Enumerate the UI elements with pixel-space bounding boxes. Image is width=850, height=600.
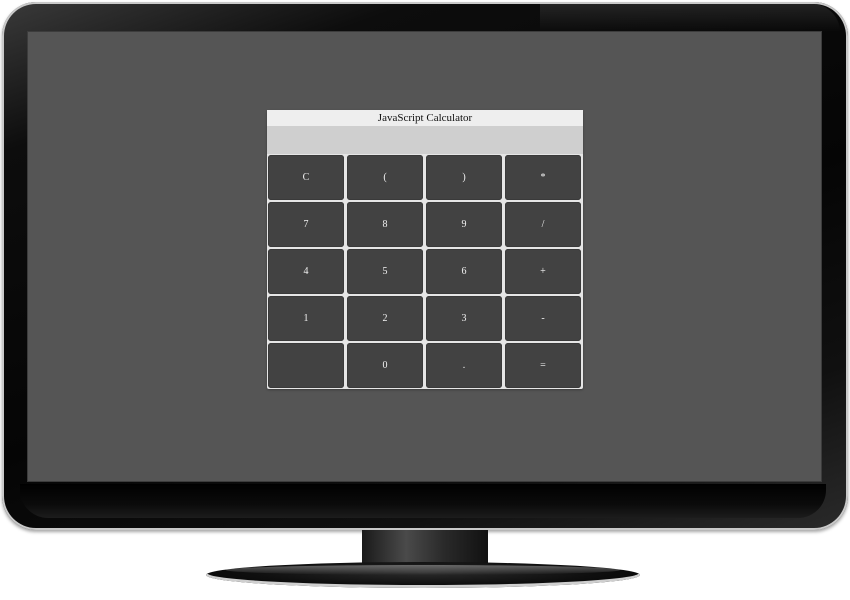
decimal-button[interactable]: .	[426, 343, 502, 388]
calculator-display	[267, 126, 583, 154]
bezel-gloss	[540, 4, 840, 32]
digit-5-button[interactable]: 5	[347, 249, 423, 294]
blank-button[interactable]	[268, 343, 344, 388]
divide-button[interactable]: /	[505, 202, 581, 247]
subtract-button[interactable]: -	[505, 296, 581, 341]
digit-2-button[interactable]: 2	[347, 296, 423, 341]
clear-button[interactable]: C	[268, 155, 344, 200]
calculator-title: JavaScript Calculator	[267, 110, 583, 126]
keypad: C ( ) * 7 8 9 / 4 5 6 + 1 2 3 - 0 . =	[268, 155, 582, 388]
equals-button[interactable]: =	[505, 343, 581, 388]
digit-0-button[interactable]: 0	[347, 343, 423, 388]
monitor-chin	[20, 484, 826, 518]
digit-9-button[interactable]: 9	[426, 202, 502, 247]
close-paren-button[interactable]: )	[426, 155, 502, 200]
digit-1-button[interactable]: 1	[268, 296, 344, 341]
open-paren-button[interactable]: (	[347, 155, 423, 200]
base-shine	[226, 565, 620, 575]
calculator-window: JavaScript Calculator C ( ) * 7 8 9 / 4 …	[267, 110, 583, 389]
add-button[interactable]: +	[505, 249, 581, 294]
digit-6-button[interactable]: 6	[426, 249, 502, 294]
digit-3-button[interactable]: 3	[426, 296, 502, 341]
multiply-button[interactable]: *	[505, 155, 581, 200]
monitor-mockup: JavaScript Calculator C ( ) * 7 8 9 / 4 …	[0, 0, 850, 600]
digit-8-button[interactable]: 8	[347, 202, 423, 247]
digit-7-button[interactable]: 7	[268, 202, 344, 247]
digit-4-button[interactable]: 4	[268, 249, 344, 294]
